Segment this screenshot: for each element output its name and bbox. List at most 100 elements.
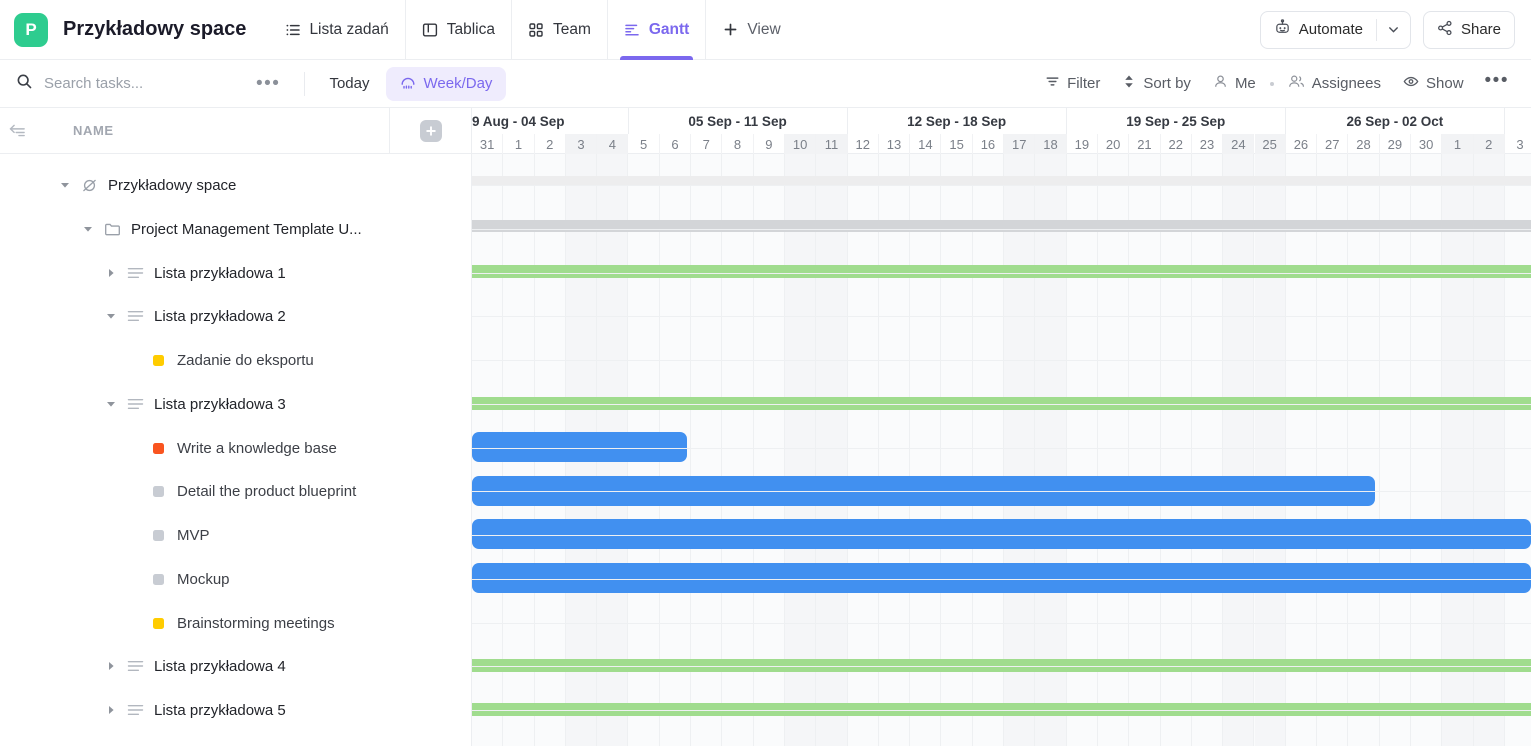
chevron-down-icon[interactable] [103,396,119,412]
week-header-cell: 19 Sep - 25 Sep [1067,108,1286,134]
status-indicator[interactable] [152,354,164,366]
chevron-right-icon[interactable] [103,265,119,281]
gantt-day-column [1380,154,1411,746]
day-header-cell: 5 [629,134,660,154]
me-filter-button[interactable]: Me [1202,68,1267,99]
status-indicator[interactable] [152,442,164,454]
toolbar-item-label: Show [1426,75,1464,92]
search-box[interactable] [16,73,246,95]
search-more-button[interactable]: ••• [246,74,290,93]
gantt-rollup-bar[interactable] [472,265,1531,278]
tab-gantt[interactable]: Gantt [606,0,705,60]
gantt-task-bar[interactable] [472,432,687,462]
plus-square-icon[interactable] [419,119,442,142]
tree-row-list[interactable]: Lista przykładowa 3 [0,382,471,426]
chevron-down-icon[interactable] [1377,12,1410,48]
gantt-day-column [816,154,848,746]
gantt-day-column [1505,154,1531,746]
chevron-right-icon[interactable] [103,658,119,674]
twisty-placeholder [126,440,142,456]
week-header-cell: 12 Sep - 18 Sep [848,108,1067,134]
tree-row-list[interactable]: Lista przykładowa 2 [0,294,471,338]
search-input[interactable] [44,75,224,92]
day-header-cell: 11 [816,134,848,154]
users-icon [1288,74,1305,93]
toolbar-dot-separator [1269,81,1274,86]
toolbar-item-label: Me [1234,75,1256,92]
space-avatar[interactable]: P [14,12,48,47]
day-header-cell: 25 [1254,134,1286,154]
gantt-app: P Przykładowy space Lista zadań Tablica … [0,0,1531,746]
tree-row-label: Zadanie do eksportu [177,351,314,369]
tab-label: Gantt [648,20,690,38]
gantt-day-column [1286,154,1318,746]
toolbar-item-label: Filter [1067,75,1101,92]
assignees-filter-button[interactable]: Assignees [1277,68,1392,99]
tab-lista-zadan[interactable]: Lista zadań [268,0,404,60]
tree-row-task[interactable]: Detail the product blueprint [0,469,471,513]
tab-tablica[interactable]: Tablica [404,0,511,60]
gantt-day-column [785,154,817,746]
gantt-task-bar[interactable] [472,563,1531,593]
zoom-level-button[interactable]: Week/Day [385,66,507,101]
tab-team[interactable]: Team [510,0,607,60]
tree-row-list[interactable]: Lista przykładowa 5 [0,688,471,732]
tree-row-list[interactable]: Lista przykładowa 4 [0,644,471,688]
status-indicator[interactable] [152,485,164,497]
tree-row-label: Lista przykładowa 4 [154,657,286,675]
tree-row-folder[interactable]: Project Management Template U... [0,207,471,251]
chevron-down-icon[interactable] [57,177,73,193]
tree-row-list[interactable]: Lista przykładowa 1 [0,251,471,295]
tree-row-label: Detail the product blueprint [177,482,357,500]
filter-button[interactable]: Filter [1034,68,1111,99]
share-button[interactable]: Share [1422,10,1515,49]
add-view-button[interactable]: View [705,0,796,60]
automate-button[interactable]: Automate [1259,10,1411,49]
sort-by-button[interactable]: Sort by [1111,68,1202,99]
day-header-cell: 6 [660,134,692,154]
chevron-down-icon[interactable] [103,308,119,324]
tree-row-space[interactable]: Przykładowy space [0,163,471,207]
gantt-row-separator [472,666,1531,667]
list-lines-icon [126,659,144,673]
gantt-day-column [1317,154,1349,746]
gantt-day-column [879,154,911,746]
day-header-cell: 12 [848,134,879,154]
tree-row-label: Brainstorming meetings [177,614,335,632]
week-header-cell: 9 Aug - 04 Sep [472,108,629,134]
collapse-panel-icon[interactable] [0,122,39,139]
gantt-task-bar[interactable] [472,519,1531,549]
show-button[interactable]: Show [1392,68,1475,99]
day-header-cell: 20 [1098,134,1130,154]
status-indicator[interactable] [152,529,164,541]
week-header-cell: 26 Sep - 02 Oct [1286,108,1505,134]
chevron-right-icon[interactable] [103,702,119,718]
chevron-down-icon[interactable] [80,221,96,237]
toolbar-item-label: Sort by [1143,75,1191,92]
grid-icon [528,21,545,38]
folder-icon [103,221,121,237]
day-header-cell: 3 [565,134,598,154]
tree-row-label: Mockup [177,570,230,588]
status-indicator[interactable] [152,617,164,629]
saturn-icon [80,177,98,194]
toolbar-more-button[interactable]: ••• [1475,71,1517,96]
gantt-day-column [1442,154,1474,746]
day-header-row: 31 1 2 3 4 5 6 7 8 9 10 11 12 13 14 15 16 17 18 19 20 21 22 23 2… [472,134,1531,154]
day-header-cell: 8 [722,134,754,154]
tree-row-task[interactable]: Brainstorming meetings [0,601,471,645]
tree-row-task[interactable]: Write a knowledge base [0,426,471,470]
tree-row-task[interactable]: Mockup [0,557,471,601]
tree-row-task[interactable]: Zadanie do eksportu [0,338,471,382]
gantt-day-column [1161,154,1192,746]
day-header-cell: 30 [1411,134,1443,154]
tree-row-task[interactable]: MVP [0,513,471,557]
gantt-rollup-bar[interactable] [472,220,1531,232]
view-toolbar: ••• Today Week/Day Filter [0,60,1531,108]
today-button[interactable]: Today [319,69,379,98]
header-actions: Automate Share [1259,10,1515,49]
status-indicator[interactable] [152,573,164,585]
day-header-cell: 1 [503,134,535,154]
day-header-cell: 19 [1067,134,1098,154]
gantt-timeline-header: 9 Aug - 04 Sep 05 Sep - 11 Sep 12 Sep - 18… [472,108,1531,154]
